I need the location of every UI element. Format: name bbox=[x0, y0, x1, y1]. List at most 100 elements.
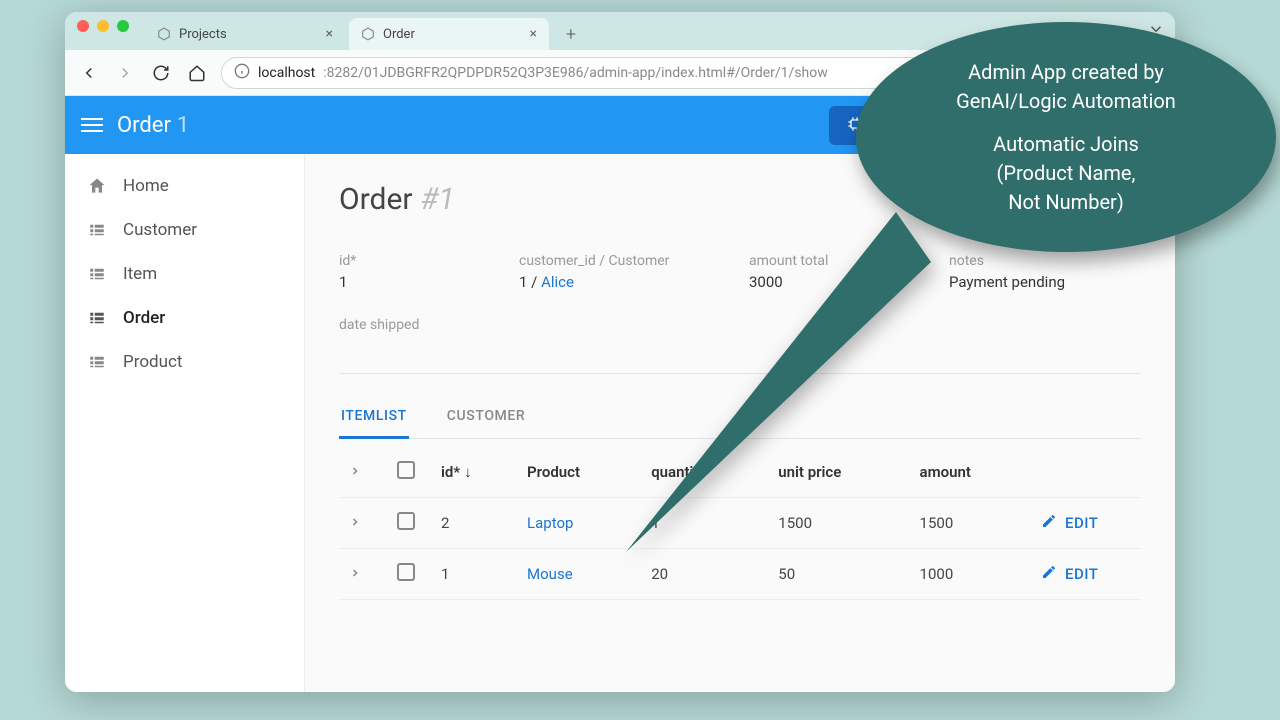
table-row[interactable]: 1Mouse20501000EDIT bbox=[339, 549, 1141, 600]
home-button[interactable] bbox=[185, 61, 209, 85]
field-amount-total: amount total 3000 bbox=[749, 253, 939, 291]
customer-link[interactable]: Alice bbox=[541, 273, 574, 291]
sidebar-item-customer[interactable]: Customer bbox=[65, 208, 304, 252]
field-customer: customer_id / Customer 1 / Alice bbox=[519, 253, 739, 291]
browser-tab-order[interactable]: Order × bbox=[349, 18, 549, 50]
close-tab-icon[interactable]: × bbox=[326, 27, 333, 41]
list-icon bbox=[87, 309, 107, 327]
cell-id: 1 bbox=[431, 549, 517, 600]
url-host: localhost bbox=[258, 65, 315, 81]
sidebar-item-label: Home bbox=[123, 176, 169, 196]
field-label: amount total bbox=[749, 253, 939, 269]
button-label: D bbox=[1130, 117, 1141, 133]
field-label: id* bbox=[339, 253, 509, 269]
app-body: Home Customer Item bbox=[65, 154, 1175, 692]
brand-id: 1 bbox=[177, 113, 189, 138]
product-link[interactable]: Laptop bbox=[527, 514, 573, 532]
field-value: 1 / Alice bbox=[519, 273, 739, 291]
cell-quantity: 20 bbox=[641, 549, 768, 600]
list-icon bbox=[87, 265, 107, 283]
url-input[interactable]: localhost:8282/01JDBGRFR2QPDPDR52Q3P3E98… bbox=[221, 57, 1163, 89]
sidebar-item-order[interactable]: Order bbox=[65, 296, 304, 340]
tabs-overflow-button[interactable] bbox=[1147, 20, 1165, 42]
col-product[interactable]: Product bbox=[517, 447, 641, 498]
reload-button[interactable] bbox=[149, 61, 173, 85]
cell-amount: 1500 bbox=[910, 498, 1031, 549]
edit-label: EDIT bbox=[1065, 514, 1098, 532]
sidebar-item-item[interactable]: Item bbox=[65, 252, 304, 296]
forward-button[interactable] bbox=[113, 61, 137, 85]
field-notes: notes Payment pending bbox=[949, 253, 1141, 291]
pencil-icon bbox=[1041, 564, 1057, 584]
expand-all-icon[interactable] bbox=[349, 463, 361, 481]
col-label: id* bbox=[441, 463, 460, 481]
field-value: 3000 bbox=[749, 273, 939, 291]
tab-label: Projects bbox=[179, 27, 227, 42]
col-unit-price[interactable]: unit price bbox=[768, 447, 909, 498]
sidebar-item-label: Product bbox=[123, 352, 182, 372]
button-label: ITERATE bbox=[993, 117, 1055, 133]
table-header-row: id*↓ Product quantity unit price amount bbox=[339, 447, 1141, 498]
iterate-button[interactable]: ITERATE bbox=[951, 106, 1073, 145]
item-table: id*↓ Product quantity unit price amount … bbox=[339, 447, 1141, 600]
sidebar-item-product[interactable]: Product bbox=[65, 340, 304, 384]
expand-row-icon[interactable] bbox=[349, 565, 361, 583]
browser-window: Projects × Order × + bbox=[65, 12, 1175, 692]
deploy-button[interactable]: D bbox=[1088, 106, 1159, 145]
new-tab-button[interactable]: + bbox=[557, 20, 585, 48]
list-icon bbox=[87, 221, 107, 239]
hexagon-icon bbox=[361, 27, 375, 41]
logic-button[interactable]: LOGIC bbox=[829, 106, 935, 145]
select-all-checkbox[interactable] bbox=[397, 461, 415, 479]
brand-entity: Order bbox=[117, 113, 171, 138]
cell-amount: 1000 bbox=[910, 549, 1031, 600]
address-bar: localhost:8282/01JDBGRFR2QPDPDR52Q3P3E98… bbox=[65, 50, 1175, 96]
close-window-button[interactable] bbox=[77, 20, 89, 32]
col-id[interactable]: id*↓ bbox=[431, 447, 517, 498]
list-icon bbox=[87, 353, 107, 371]
hexagon-icon bbox=[157, 27, 171, 41]
window-traffic-lights bbox=[77, 20, 129, 32]
row-checkbox[interactable] bbox=[397, 563, 415, 581]
tab-strip: Projects × Order × + bbox=[65, 12, 1175, 50]
product-link[interactable]: Mouse bbox=[527, 565, 573, 583]
sort-desc-icon: ↓ bbox=[464, 463, 472, 481]
home-icon bbox=[87, 176, 107, 196]
site-info-icon[interactable] bbox=[234, 63, 250, 83]
edit-button[interactable]: EDIT bbox=[1041, 513, 1131, 533]
tab-label: Order bbox=[383, 27, 415, 42]
field-id: id* 1 bbox=[339, 253, 509, 291]
divider bbox=[339, 373, 1141, 374]
sidebar-item-label: Item bbox=[123, 264, 157, 284]
flask-icon bbox=[969, 116, 985, 135]
chip-icon bbox=[847, 116, 863, 135]
field-date-shipped-label: date shipped bbox=[339, 317, 1141, 333]
back-button[interactable] bbox=[77, 61, 101, 85]
field-label: notes bbox=[949, 253, 1141, 269]
sidebar-item-label: Customer bbox=[123, 220, 197, 240]
app-area: Order 1 LOGIC ITERATE bbox=[65, 96, 1175, 692]
col-amount[interactable]: amount bbox=[910, 447, 1031, 498]
expand-row-icon[interactable] bbox=[349, 514, 361, 532]
top-actions: LOGIC ITERATE D bbox=[829, 106, 1159, 145]
col-quantity[interactable]: quantity bbox=[641, 447, 768, 498]
brackets-icon bbox=[1106, 116, 1122, 135]
tab-customer[interactable]: CUSTOMER bbox=[445, 398, 528, 438]
field-label: customer_id / Customer bbox=[519, 253, 739, 269]
app-topbar: Order 1 LOGIC ITERATE bbox=[65, 96, 1175, 154]
pencil-icon bbox=[1041, 513, 1057, 533]
edit-button[interactable]: EDIT bbox=[1041, 564, 1131, 584]
tab-itemlist[interactable]: ITEMLIST bbox=[339, 398, 409, 439]
sidebar-item-home[interactable]: Home bbox=[65, 164, 304, 208]
close-tab-icon[interactable]: × bbox=[530, 27, 537, 41]
minimize-window-button[interactable] bbox=[97, 20, 109, 32]
page-title-entity: Order bbox=[339, 182, 413, 217]
page-title-id: #1 bbox=[421, 182, 455, 217]
menu-icon[interactable] bbox=[81, 118, 103, 132]
table-row[interactable]: 2Laptop115001500EDIT bbox=[339, 498, 1141, 549]
maximize-window-button[interactable] bbox=[117, 20, 129, 32]
page-breadcrumb: Order 1 bbox=[117, 113, 189, 138]
field-value: Payment pending bbox=[949, 273, 1141, 291]
row-checkbox[interactable] bbox=[397, 512, 415, 530]
browser-tab-projects[interactable]: Projects × bbox=[145, 18, 345, 50]
